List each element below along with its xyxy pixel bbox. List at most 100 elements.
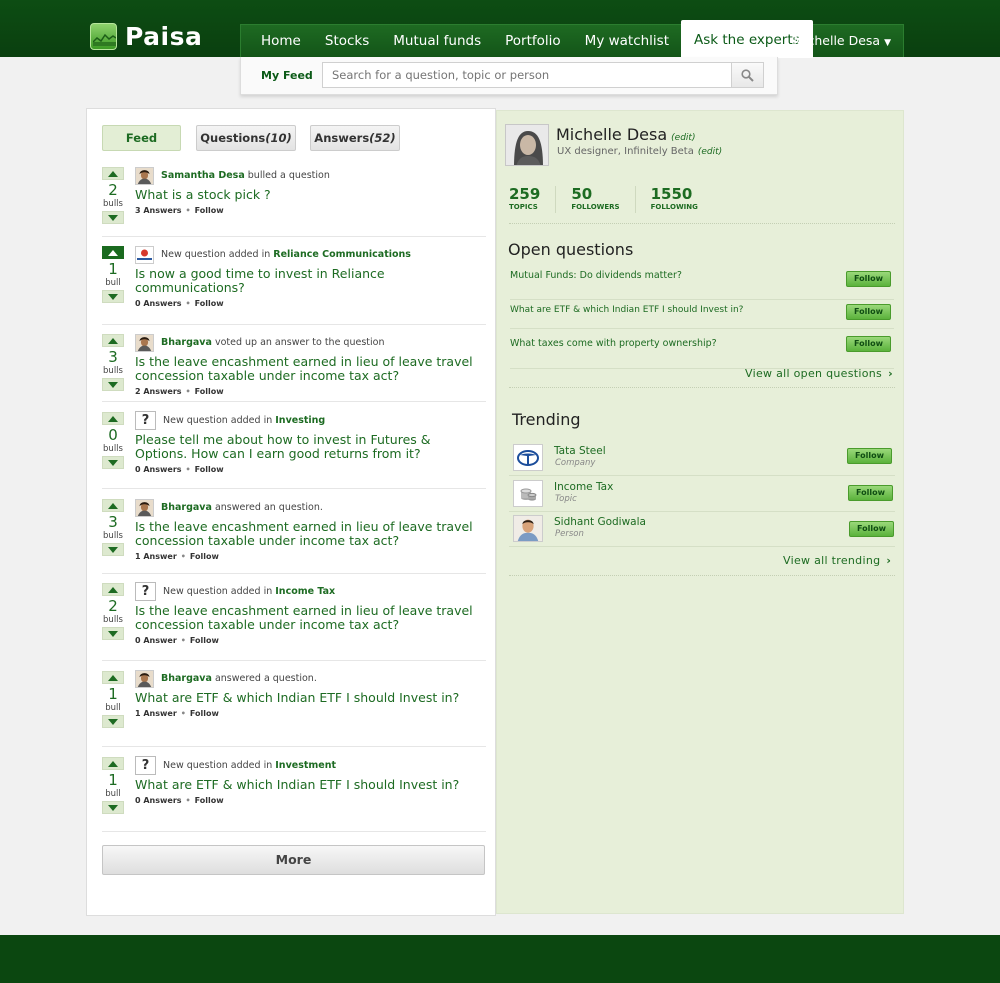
- question-mark-icon: ?: [135, 582, 156, 601]
- brand-name: Paisa: [125, 22, 203, 51]
- upvote-arrow-icon[interactable]: [102, 412, 124, 425]
- question-title-link[interactable]: Is the leave encashment earned in lieu o…: [135, 355, 486, 383]
- downvote-arrow-icon[interactable]: [102, 627, 124, 640]
- actor-link[interactable]: Bhargava: [161, 502, 212, 513]
- view-all-trending[interactable]: View all trending ›: [783, 554, 891, 567]
- answers-count-link[interactable]: 0 Answers: [135, 299, 182, 308]
- search-input[interactable]: [323, 63, 731, 87]
- nav-my-watchlist[interactable]: My watchlist: [573, 25, 681, 58]
- follow-link[interactable]: Follow: [190, 636, 219, 645]
- answers-count-link[interactable]: 1 Answer: [135, 552, 177, 561]
- feed-content: Samantha Desa bulled a question What is a…: [135, 166, 486, 215]
- caret-down-icon: ▼: [884, 38, 891, 48]
- downvote-arrow-icon[interactable]: [102, 290, 124, 303]
- downvote-arrow-icon[interactable]: [102, 456, 124, 469]
- answers-count-link[interactable]: 0 Answer: [135, 636, 177, 645]
- profile-avatar[interactable]: [505, 124, 549, 166]
- view-all-trending-label: View all trending: [783, 554, 881, 567]
- upvote-arrow-icon[interactable]: [102, 671, 124, 684]
- question-title-link[interactable]: Please tell me about how to invest in Fu…: [135, 433, 486, 461]
- follow-link[interactable]: Follow: [195, 206, 224, 215]
- follow-button[interactable]: Follow: [847, 448, 892, 464]
- question-title-link[interactable]: Is now a good time to invest in Reliance…: [135, 267, 486, 295]
- answers-count-link[interactable]: 3 Answers: [135, 206, 182, 215]
- view-all-open-questions[interactable]: View all open questions ›: [745, 367, 893, 380]
- open-question-link[interactable]: What are ETF & which Indian ETF I should…: [510, 305, 743, 315]
- activity-text: New question added in: [163, 760, 276, 771]
- feed-item: 2 bulls? New question added in Income Tax I…: [102, 574, 486, 661]
- user-avatar[interactable]: [135, 498, 154, 517]
- question-title-link[interactable]: Is the leave encashment earned in lieu o…: [135, 604, 486, 632]
- question-title-link[interactable]: What are ETF & which Indian ETF I should…: [135, 778, 486, 792]
- tab-questions[interactable]: Questions(10): [196, 125, 296, 151]
- answers-count-link[interactable]: 1 Answer: [135, 709, 177, 718]
- stat-followers[interactable]: 50 FOLLOWERS: [571, 186, 636, 213]
- answers-count-link[interactable]: 0 Answers: [135, 796, 182, 805]
- follow-link[interactable]: Follow: [195, 796, 224, 805]
- edit-name-link[interactable]: (edit): [671, 133, 695, 143]
- vote-widget: 1 bull: [102, 757, 124, 814]
- follow-button[interactable]: Follow: [846, 271, 891, 287]
- follow-button[interactable]: Follow: [849, 521, 894, 537]
- tab-feed[interactable]: Feed: [102, 125, 181, 151]
- feed-content: Bhargava voted up an answer to the quest…: [135, 333, 486, 396]
- downvote-arrow-icon[interactable]: [102, 715, 124, 728]
- follow-link[interactable]: Follow: [190, 709, 219, 718]
- topic-link[interactable]: Reliance Communications: [273, 249, 411, 260]
- separator-dot: •: [180, 636, 186, 645]
- edit-role-link[interactable]: (edit): [698, 147, 722, 157]
- follow-button[interactable]: Follow: [848, 485, 893, 501]
- upvote-arrow-icon[interactable]: [102, 757, 124, 770]
- actor-link[interactable]: Bhargava: [161, 673, 212, 684]
- follow-link[interactable]: Follow: [190, 552, 219, 561]
- stat-topics[interactable]: 259 TOPICS: [509, 186, 557, 213]
- user-avatar[interactable]: [135, 166, 154, 185]
- question-title-link[interactable]: What are ETF & which Indian ETF I should…: [135, 691, 486, 705]
- trending-name-link[interactable]: Income Tax: [554, 481, 613, 493]
- follow-link[interactable]: Follow: [195, 465, 224, 474]
- question-title-link[interactable]: What is a stock pick ?: [135, 188, 486, 202]
- follow-link[interactable]: Follow: [195, 387, 224, 396]
- follow-button[interactable]: Follow: [846, 304, 891, 320]
- follow-link[interactable]: Follow: [195, 299, 224, 308]
- question-title-link[interactable]: Is the leave encashment earned in lieu o…: [135, 520, 486, 548]
- search-button[interactable]: [731, 63, 763, 87]
- nav-stocks[interactable]: Stocks: [313, 25, 381, 58]
- trending-name-link[interactable]: Tata Steel: [554, 445, 606, 457]
- user-avatar[interactable]: [135, 669, 154, 688]
- trending-name-link[interactable]: Sidhant Godiwala: [554, 516, 646, 528]
- upvote-arrow-icon[interactable]: [102, 167, 124, 180]
- topic-link[interactable]: Investment: [275, 760, 336, 771]
- downvote-arrow-icon[interactable]: [102, 211, 124, 224]
- separator-dot: •: [185, 206, 191, 215]
- my-feed-link[interactable]: My Feed: [261, 69, 313, 82]
- upvote-arrow-icon[interactable]: [102, 246, 124, 259]
- topic-link[interactable]: Investing: [275, 415, 325, 426]
- downvote-arrow-icon[interactable]: [102, 543, 124, 556]
- user-avatar[interactable]: [135, 333, 154, 352]
- stat-following-label: FOLLOWING: [650, 203, 698, 211]
- nav-portfolio[interactable]: Portfolio: [493, 25, 573, 58]
- more-button[interactable]: More: [102, 845, 485, 875]
- nav-mutual-funds[interactable]: Mutual funds: [381, 25, 493, 58]
- nav-home[interactable]: Home: [241, 25, 313, 58]
- open-question-link[interactable]: Mutual Funds: Do dividends matter?: [510, 270, 682, 281]
- topic-link[interactable]: Income Tax: [275, 586, 335, 597]
- activity-meta: ? New question added in Investment: [135, 756, 486, 775]
- actor-link[interactable]: Samantha Desa: [161, 170, 245, 181]
- upvote-arrow-icon[interactable]: [102, 583, 124, 596]
- downvote-arrow-icon[interactable]: [102, 801, 124, 814]
- answers-count-link[interactable]: 2 Answers: [135, 387, 182, 396]
- brand-logo[interactable]: Paisa: [90, 22, 202, 51]
- upvote-arrow-icon[interactable]: [102, 499, 124, 512]
- user-menu[interactable]: Michelle Desa ▼: [793, 25, 891, 59]
- tata-logo-icon: [513, 444, 543, 471]
- downvote-arrow-icon[interactable]: [102, 378, 124, 391]
- tab-answers[interactable]: Answers(52): [310, 125, 400, 151]
- upvote-arrow-icon[interactable]: [102, 334, 124, 347]
- answers-count-link[interactable]: 0 Answers: [135, 465, 182, 474]
- actor-link[interactable]: Bhargava: [161, 337, 212, 348]
- stat-following[interactable]: 1550 FOLLOWING: [651, 186, 713, 213]
- open-question-link[interactable]: What taxes come with property ownership?: [510, 338, 717, 349]
- follow-button[interactable]: Follow: [846, 336, 891, 352]
